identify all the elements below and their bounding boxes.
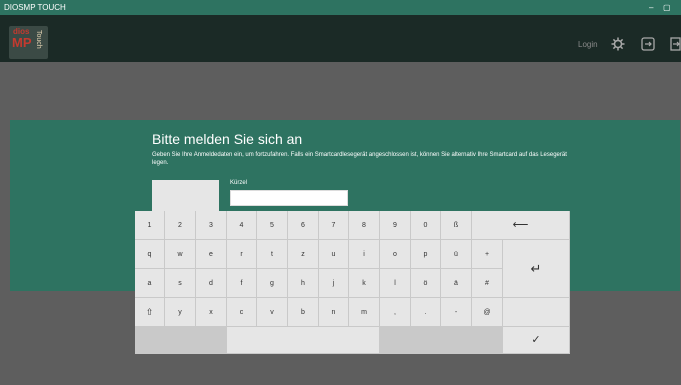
logout-icon[interactable]: [670, 37, 681, 53]
title-bar: DIOSMP TOUCH – ▢: [0, 0, 681, 15]
maximize-button[interactable]: ▢: [663, 0, 671, 15]
onscreen-keyboard: 1 2 3 4 5 6 7 8 9 0 ß ⟵ q w e r t z u i …: [135, 211, 570, 354]
confirm-key[interactable]: ✓: [503, 327, 570, 354]
blank-key-right[interactable]: [503, 298, 570, 327]
key-t[interactable]: t: [257, 240, 288, 269]
key-n[interactable]: n: [319, 298, 349, 327]
kuerzel-label: Kürzel: [230, 180, 248, 186]
minimize-button[interactable]: –: [649, 0, 653, 15]
key-4[interactable]: 4: [227, 211, 257, 240]
key-2[interactable]: 2: [165, 211, 196, 240]
key-h[interactable]: h: [288, 269, 319, 298]
key-o[interactable]: o: [380, 240, 411, 269]
key-at[interactable]: @: [472, 298, 503, 327]
exit-icon[interactable]: [641, 37, 655, 53]
enter-key[interactable]: ↵: [503, 240, 570, 298]
key-q[interactable]: q: [135, 240, 165, 269]
blank-key-middle[interactable]: [380, 327, 503, 354]
key-v[interactable]: v: [257, 298, 288, 327]
key-ue[interactable]: ü: [441, 240, 472, 269]
key-k[interactable]: k: [349, 269, 380, 298]
key-i[interactable]: i: [349, 240, 380, 269]
key-c[interactable]: c: [227, 298, 257, 327]
login-link[interactable]: Login: [578, 40, 598, 49]
login-heading: Bitte melden Sie sich an: [152, 131, 303, 147]
window-title: DIOSMP TOUCH: [4, 3, 66, 12]
key-3[interactable]: 3: [196, 211, 227, 240]
logo-text-side: Touch: [35, 30, 42, 49]
key-d[interactable]: d: [196, 269, 227, 298]
key-b[interactable]: b: [288, 298, 319, 327]
avatar-placeholder: [152, 180, 219, 214]
key-r[interactable]: r: [227, 240, 257, 269]
key-0[interactable]: 0: [411, 211, 441, 240]
key-j[interactable]: j: [319, 269, 349, 298]
key-ae[interactable]: ä: [441, 269, 472, 298]
key-m[interactable]: m: [349, 298, 380, 327]
key-5[interactable]: 5: [257, 211, 288, 240]
key-y[interactable]: y: [165, 298, 196, 327]
key-a[interactable]: a: [135, 269, 165, 298]
key-6[interactable]: 6: [288, 211, 319, 240]
key-oe[interactable]: ö: [411, 269, 441, 298]
key-comma[interactable]: ,: [380, 298, 411, 327]
key-7[interactable]: 7: [319, 211, 349, 240]
login-description: Geben Sie Ihre Anmeldedaten ein, um fort…: [152, 152, 567, 166]
kuerzel-input[interactable]: [230, 190, 348, 206]
shift-key[interactable]: ⇧: [135, 298, 165, 327]
key-x[interactable]: x: [196, 298, 227, 327]
key-plus[interactable]: +: [472, 240, 503, 269]
key-period[interactable]: .: [411, 298, 441, 327]
blank-key-left[interactable]: [135, 327, 227, 354]
key-g[interactable]: g: [257, 269, 288, 298]
key-1[interactable]: 1: [135, 211, 165, 240]
backspace-key[interactable]: ⟵: [472, 211, 570, 240]
app-header: [0, 15, 681, 62]
key-minus[interactable]: -: [441, 298, 472, 327]
key-z[interactable]: z: [288, 240, 319, 269]
key-u[interactable]: u: [319, 240, 349, 269]
key-hash[interactable]: #: [472, 269, 503, 298]
key-8[interactable]: 8: [349, 211, 380, 240]
gear-icon[interactable]: [611, 37, 625, 53]
key-eszett[interactable]: ß: [441, 211, 472, 240]
key-9[interactable]: 9: [380, 211, 411, 240]
key-p[interactable]: p: [411, 240, 441, 269]
space-key[interactable]: [227, 327, 380, 354]
key-s[interactable]: s: [165, 269, 196, 298]
app-logo: dios MP Touch: [9, 26, 48, 59]
key-w[interactable]: w: [165, 240, 196, 269]
logo-text-bottom: MP: [12, 35, 32, 50]
key-f[interactable]: f: [227, 269, 257, 298]
key-l[interactable]: l: [380, 269, 411, 298]
key-e[interactable]: e: [196, 240, 227, 269]
